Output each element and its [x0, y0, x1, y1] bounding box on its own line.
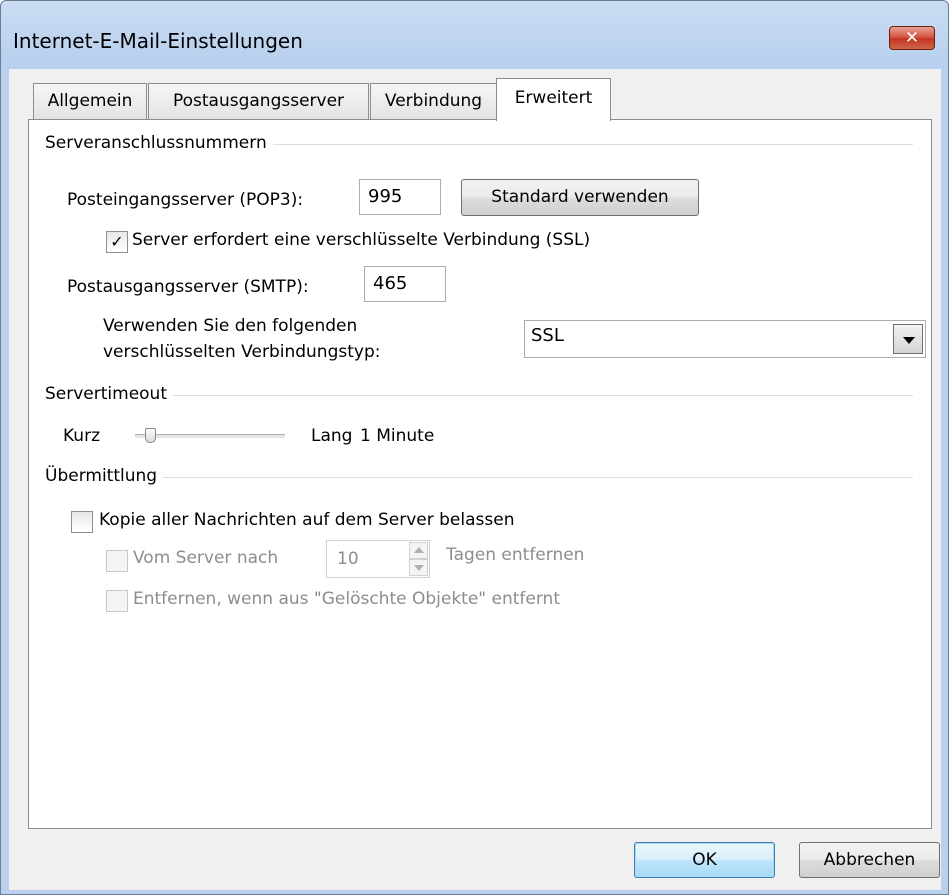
remove-after-days-stepper[interactable]: 10	[326, 540, 430, 578]
group-title-delivery: Übermittlung	[45, 466, 164, 486]
encryption-type-label-line2: verschlüsselten Verbindungstyp:	[103, 342, 381, 362]
ssl-checkbox-label[interactable]: Server erfordert eine verschlüsselte Ver…	[132, 230, 590, 250]
close-icon: ✕	[904, 28, 920, 48]
chevron-down-icon[interactable]	[893, 324, 923, 354]
group-divider	[49, 395, 913, 396]
group-title-timeout: Servertimeout	[45, 384, 173, 404]
remove-when-deleted-label[interactable]: Entfernen, wenn aus "Gelöschte Objekte" …	[133, 589, 560, 609]
tab-allgemein[interactable]: Allgemein	[33, 83, 147, 119]
remove-when-deleted-checkbox[interactable]	[106, 590, 128, 612]
timeout-slider-track[interactable]	[135, 434, 285, 439]
days-suffix-label: Tagen entfernen	[446, 545, 585, 565]
keep-copy-label[interactable]: Kopie aller Nachrichten auf dem Server b…	[99, 510, 514, 530]
spin-down-icon[interactable]	[409, 559, 428, 576]
tab-postausgangsserver[interactable]: Postausgangsserver	[148, 83, 369, 119]
cancel-button[interactable]: Abbrechen	[799, 842, 940, 878]
remove-after-days-value: 10	[337, 549, 359, 569]
remove-after-label[interactable]: Vom Server nach	[133, 548, 278, 568]
window-title: Internet-E-Mail-Einstellungen	[13, 29, 303, 53]
incoming-port-input[interactable]: 995	[359, 179, 441, 215]
outgoing-port-label: Postausgangsserver (SMTP):	[67, 277, 309, 297]
encryption-type-value: SSL	[531, 325, 564, 346]
remove-after-checkbox[interactable]	[106, 550, 128, 572]
spin-up-icon[interactable]	[409, 542, 428, 559]
close-button[interactable]: ✕	[889, 26, 935, 50]
outgoing-port-input[interactable]: 465	[364, 266, 446, 302]
timeout-short-label: Kurz	[63, 426, 100, 446]
timeout-long-label: Lang	[311, 426, 353, 446]
tab-erweitert[interactable]: Erweitert	[496, 78, 611, 121]
encryption-type-label-line1: Verwenden Sie den folgenden	[103, 316, 358, 336]
use-default-button[interactable]: Standard verwenden	[461, 179, 699, 216]
keep-copy-checkbox[interactable]	[71, 511, 93, 533]
incoming-port-label: Posteingangsserver (POP3):	[67, 190, 304, 210]
encryption-type-select[interactable]: SSL	[524, 320, 926, 358]
group-title-server-ports: Serveranschlussnummern	[45, 133, 273, 153]
group-divider	[49, 477, 913, 478]
dialog-client-area: Allgemein Postausgangsserver Verbindung …	[9, 69, 941, 890]
tab-strip: Allgemein Postausgangsserver Verbindung …	[9, 69, 941, 121]
ok-button[interactable]: OK	[634, 842, 775, 878]
checkmark-icon: ✓	[110, 232, 124, 251]
dialog-window: Internet-E-Mail-Einstellungen ✕ Allgemei…	[0, 0, 949, 895]
timeout-slider-thumb[interactable]	[145, 428, 156, 443]
timeout-value: 1 Minute	[360, 426, 435, 446]
ssl-checkbox[interactable]: ✓	[106, 231, 128, 253]
tab-panel-erweitert: Serveranschlussnummern Posteingangsserve…	[28, 119, 932, 829]
tab-verbindung[interactable]: Verbindung	[370, 83, 497, 119]
